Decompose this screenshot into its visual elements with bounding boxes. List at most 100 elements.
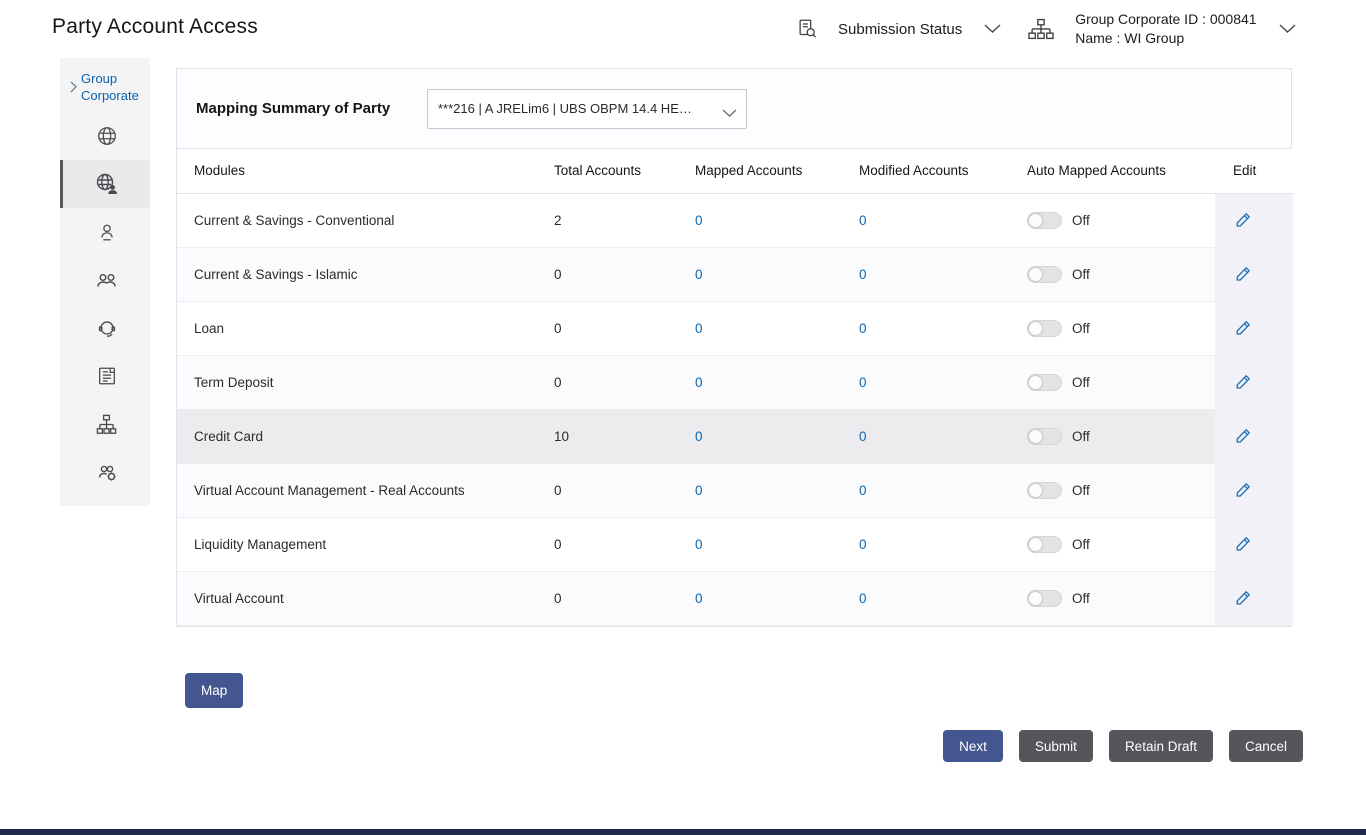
sidebar-icon-menu [60, 112, 150, 496]
edit-pencil-icon[interactable] [1233, 480, 1253, 500]
toggle-knob [1029, 322, 1042, 335]
edit-pencil-icon[interactable] [1233, 264, 1253, 284]
table-row: Credit Card 10 0 0 Off [177, 409, 1293, 463]
mapped-accounts-link[interactable]: 0 [695, 483, 703, 498]
column-header: Auto Mapped Accounts [1027, 149, 1215, 193]
edit-cell [1215, 571, 1293, 625]
mapped-accounts-link[interactable]: 0 [695, 591, 703, 606]
module-name: Current & Savings - Islamic [177, 247, 554, 301]
edit-cell [1215, 301, 1293, 355]
submit-button[interactable]: Submit [1019, 730, 1093, 762]
modified-accounts-cell: 0 [859, 247, 1027, 301]
footer-bar [0, 829, 1366, 835]
mapping-summary-card: Mapping Summary of Party ***216 | A JREL… [176, 68, 1292, 627]
sidebar-item-segments[interactable] [60, 448, 150, 496]
modified-accounts-link[interactable]: 0 [859, 213, 867, 228]
party-access-icon [95, 172, 119, 196]
toggle-knob [1029, 538, 1042, 551]
mapped-accounts-link[interactable]: 0 [695, 375, 703, 390]
mapped-accounts-cell: 0 [695, 301, 859, 355]
bulletin-icon [96, 365, 118, 387]
sidebar-item-approver-flow[interactable] [60, 400, 150, 448]
modified-accounts-link[interactable]: 0 [859, 537, 867, 552]
group-corporate-dropdown-chevron-down-icon[interactable] [1277, 22, 1298, 36]
breadcrumb-group-corporate[interactable]: Group Corporate [60, 58, 150, 108]
mapped-accounts-cell: 0 [695, 247, 859, 301]
card-header: Mapping Summary of Party ***216 | A JREL… [177, 69, 1291, 149]
modified-accounts-link[interactable]: 0 [859, 429, 867, 444]
modified-accounts-link[interactable]: 0 [859, 321, 867, 336]
toggle-knob [1029, 430, 1042, 443]
retain-draft-button[interactable]: Retain Draft [1109, 730, 1213, 762]
auto-mapped-cell: Off [1027, 193, 1215, 247]
modified-accounts-link[interactable]: 0 [859, 483, 867, 498]
modified-accounts-link[interactable]: 0 [859, 267, 867, 282]
total-accounts-value: 0 [554, 247, 695, 301]
edit-pencil-icon[interactable] [1233, 534, 1253, 554]
mapped-accounts-link[interactable]: 0 [695, 213, 703, 228]
edit-cell [1215, 463, 1293, 517]
edit-pencil-icon[interactable] [1233, 372, 1253, 392]
auto-mapped-toggle[interactable] [1027, 590, 1062, 607]
table-row: Current & Savings - Islamic 0 0 0 Off [177, 247, 1293, 301]
total-accounts-value: 0 [554, 517, 695, 571]
edit-pencil-icon[interactable] [1233, 210, 1253, 230]
page-title: Party Account Access [52, 15, 258, 39]
next-button[interactable]: Next [943, 730, 1003, 762]
sidebar-item-globe[interactable] [60, 112, 150, 160]
auto-mapped-cell: Off [1027, 463, 1215, 517]
module-name: Current & Savings - Conventional [177, 193, 554, 247]
auto-mapped-state-label: Off [1072, 483, 1090, 498]
party-select-value: ***216 | A JRELim6 | UBS OBPM 14.4 HE… [438, 101, 692, 116]
app-header: Party Account Access Submission Status [0, 0, 1366, 58]
edit-pencil-icon[interactable] [1233, 588, 1253, 608]
column-header: Mapped Accounts [695, 149, 859, 193]
total-accounts-value: 0 [554, 355, 695, 409]
auto-mapped-toggle[interactable] [1027, 482, 1062, 499]
auto-mapped-cell: Off [1027, 301, 1215, 355]
auto-mapped-toggle[interactable] [1027, 428, 1062, 445]
auto-mapped-toggle[interactable] [1027, 374, 1062, 391]
group-corporate-name: Name : WI Group [1075, 29, 1256, 48]
auto-mapped-toggle[interactable] [1027, 320, 1062, 337]
map-button[interactable]: Map [185, 673, 243, 708]
table-body: Current & Savings - Conventional 2 0 0 O… [177, 193, 1293, 625]
cancel-button[interactable]: Cancel [1229, 730, 1303, 762]
mapped-accounts-link[interactable]: 0 [695, 537, 703, 552]
sidebar-item-support[interactable] [60, 304, 150, 352]
auto-mapped-state-label: Off [1072, 375, 1090, 390]
party-select[interactable]: ***216 | A JRELim6 | UBS OBPM 14.4 HE… [427, 89, 747, 129]
auto-mapped-toggle[interactable] [1027, 536, 1062, 553]
mapped-accounts-cell: 0 [695, 409, 859, 463]
edit-cell [1215, 247, 1293, 301]
submission-status-dropdown-chevron-down-icon[interactable] [982, 22, 1003, 36]
auto-mapped-toggle[interactable] [1027, 266, 1062, 283]
footer-actions: Next Submit Retain Draft Cancel [943, 730, 1303, 762]
mapping-summary-label: Mapping Summary of Party [196, 100, 427, 117]
sidebar-item-user-groups[interactable] [60, 256, 150, 304]
modified-accounts-cell: 0 [859, 193, 1027, 247]
mapped-accounts-link[interactable]: 0 [695, 267, 703, 282]
sidebar-item-party-access[interactable] [60, 160, 150, 208]
mapped-accounts-link[interactable]: 0 [695, 321, 703, 336]
modified-accounts-link[interactable]: 0 [859, 591, 867, 606]
mapped-accounts-link[interactable]: 0 [695, 429, 703, 444]
column-header: Edit [1215, 149, 1293, 193]
mapped-accounts-cell: 0 [695, 517, 859, 571]
globe-icon [96, 125, 118, 147]
total-accounts-value: 0 [554, 571, 695, 625]
table-row: Loan 0 0 0 Off [177, 301, 1293, 355]
auto-mapped-toggle[interactable] [1027, 212, 1062, 229]
table-header-row: ModulesTotal AccountsMapped AccountsModi… [177, 149, 1293, 193]
modified-accounts-link[interactable]: 0 [859, 375, 867, 390]
modified-accounts-cell: 0 [859, 571, 1027, 625]
user-groups-icon [95, 268, 119, 292]
sidebar-item-user-badge[interactable] [60, 208, 150, 256]
edit-pencil-icon[interactable] [1233, 426, 1253, 446]
approver-flow-icon [95, 413, 118, 436]
total-accounts-value: 0 [554, 463, 695, 517]
auto-mapped-state-label: Off [1072, 591, 1090, 606]
sidebar-item-bulletin[interactable] [60, 352, 150, 400]
edit-pencil-icon[interactable] [1233, 318, 1253, 338]
mapped-accounts-cell: 0 [695, 463, 859, 517]
